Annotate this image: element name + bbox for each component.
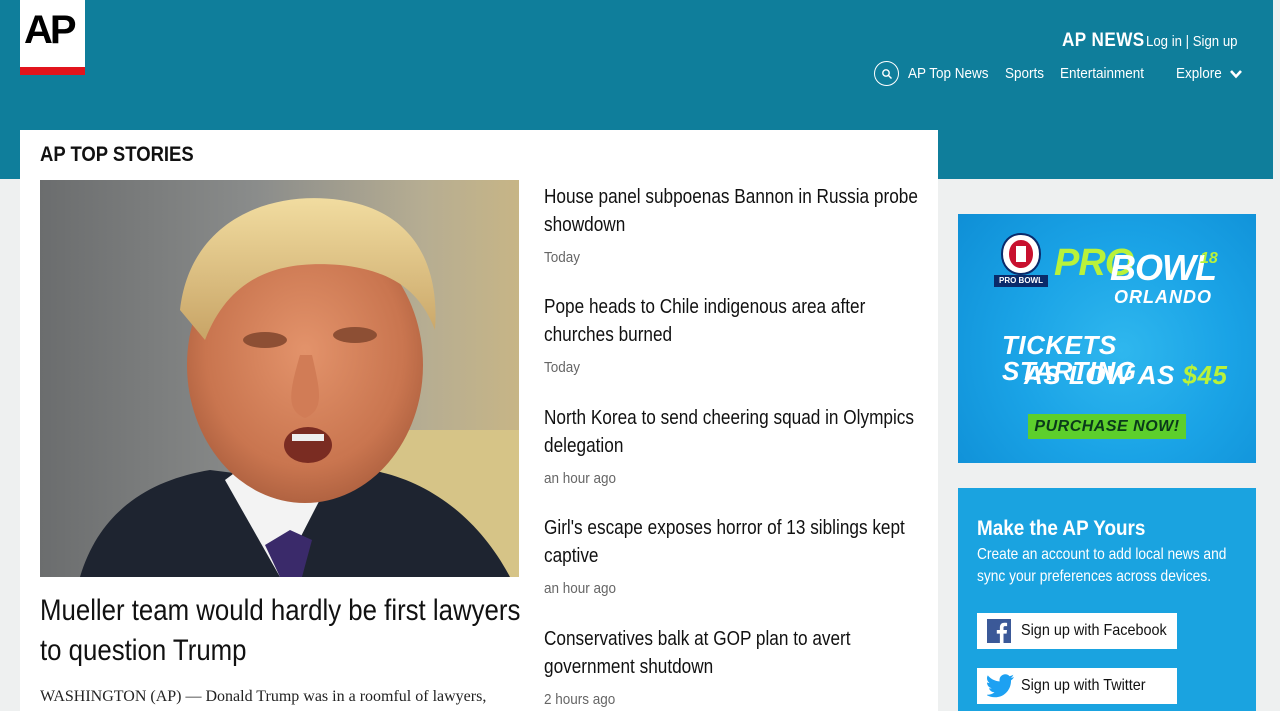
ad-price-line: AS LOW AS $45 xyxy=(1024,362,1227,388)
ad-price: $45 xyxy=(1182,360,1228,390)
purchase-now-button[interactable]: PURCHASE NOW! xyxy=(1028,414,1186,439)
lead-story-headline[interactable]: Mueller team would hardly be first lawye… xyxy=(40,591,522,671)
pro-bowl-logo-caption: PRO BOWL xyxy=(994,275,1048,287)
twitter-icon xyxy=(987,674,1014,698)
story-timestamp: Today xyxy=(544,359,581,376)
story-timestamp: an hour ago xyxy=(544,580,617,597)
scrollbar-gutter xyxy=(1273,0,1280,711)
twitter-signup-button[interactable]: Sign up with Twitter xyxy=(977,668,1177,704)
story-title[interactable]: Conservatives balk at GOP plan to avert … xyxy=(544,625,922,681)
pro-bowl-ad[interactable]: PRO BOWL PRO BOWL 18 ORLANDO TICKETS STA… xyxy=(958,214,1256,463)
story-item[interactable]: House panel subpoenas Bannon in Russia p… xyxy=(544,183,924,265)
section-title: AP TOP STORIES xyxy=(40,143,194,166)
story-timestamp: Today xyxy=(544,249,581,266)
story-item[interactable]: Girl's escape exposes horror of 13 sibli… xyxy=(544,514,924,596)
nav-explore[interactable]: Explore xyxy=(1176,66,1222,81)
logo-text: AP xyxy=(24,8,77,52)
chevron-down-icon[interactable] xyxy=(1229,68,1243,80)
twitter-signup-label: Sign up with Twitter xyxy=(1021,677,1146,694)
story-item[interactable]: Conservatives balk at GOP plan to avert … xyxy=(544,625,924,707)
signup-promo-panel: Make the AP Yours Create an account to a… xyxy=(958,488,1256,711)
story-timestamp: 2 hours ago xyxy=(544,691,616,708)
promo-title: Make the AP Yours xyxy=(977,517,1146,540)
ad-price-prefix: AS LOW AS xyxy=(1024,360,1183,390)
portrait-image xyxy=(80,198,519,577)
facebook-icon xyxy=(987,619,1011,643)
search-button[interactable] xyxy=(874,61,899,86)
search-icon xyxy=(882,69,892,79)
facebook-signup-button[interactable]: Sign up with Facebook xyxy=(977,613,1177,649)
pro-bowl-shield-icon xyxy=(1000,232,1042,276)
nav-entertainment[interactable]: Entertainment xyxy=(1060,66,1144,81)
nav-sports[interactable]: Sports xyxy=(1005,66,1044,81)
promo-description: Create an account to add local news and … xyxy=(977,546,1227,585)
ap-logo[interactable]: AP xyxy=(20,0,85,75)
lead-story-photo[interactable] xyxy=(40,180,519,577)
top-stories-panel: AP TOP STORIES Mueller team would hardly… xyxy=(20,130,938,711)
login-signup-link[interactable]: Log in | Sign up xyxy=(1146,34,1238,49)
lead-story-summary: WASHINGTON (AP) — Donald Trump was in a … xyxy=(40,688,487,705)
ap-news-brand-link[interactable]: AP NEWS xyxy=(1062,31,1145,50)
story-item[interactable]: Pope heads to Chile indigenous area afte… xyxy=(544,293,924,375)
nav-ap-top-news[interactable]: AP Top News xyxy=(908,66,989,81)
story-item[interactable]: North Korea to send cheering squad in Ol… xyxy=(544,404,924,486)
story-title[interactable]: North Korea to send cheering squad in Ol… xyxy=(544,404,922,460)
ad-city: ORLANDO xyxy=(1114,287,1212,307)
story-title[interactable]: House panel subpoenas Bannon in Russia p… xyxy=(544,183,922,239)
story-title[interactable]: Girl's escape exposes horror of 13 sibli… xyxy=(544,514,922,570)
logo-red-bar xyxy=(20,67,85,75)
ad-year: 18 xyxy=(1200,250,1218,267)
facebook-signup-label: Sign up with Facebook xyxy=(1021,622,1167,639)
story-title[interactable]: Pope heads to Chile indigenous area afte… xyxy=(544,293,922,349)
story-timestamp: an hour ago xyxy=(544,470,617,487)
